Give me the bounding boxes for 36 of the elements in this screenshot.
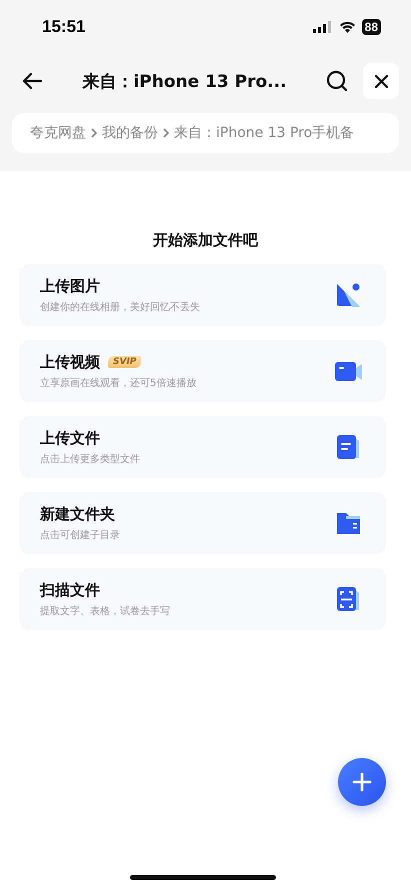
status-time: 15:51 — [42, 17, 86, 37]
action-card[interactable]: 上传视频 SVIP 立享原画在线观看，还可5倍速播放 — [19, 340, 386, 402]
wifi-icon — [338, 21, 356, 33]
add-button[interactable] — [338, 758, 386, 806]
action-description: 提取文字、表格，试卷去手写 — [40, 604, 171, 618]
svip-badge: SVIP — [108, 356, 142, 368]
plus-icon — [352, 772, 372, 792]
close-button[interactable] — [363, 63, 399, 99]
action-description: 立享原画在线观看，还可5倍速播放 — [40, 376, 198, 390]
breadcrumb-link[interactable]: 来自：iPhone 13 Pro手机备 — [174, 124, 354, 142]
search-icon — [326, 70, 348, 92]
action-title: 扫描文件 — [40, 580, 100, 600]
breadcrumb-link[interactable]: 我的备份 — [102, 124, 158, 142]
action-title: 上传文件 — [40, 428, 100, 448]
document-icon — [334, 433, 362, 461]
action-card[interactable]: 扫描文件 提取文字、表格，试卷去手写 — [19, 568, 386, 630]
scan-icon — [334, 585, 362, 613]
back-arrow-icon — [21, 72, 43, 90]
action-description: 点击上传更多类型文件 — [40, 452, 141, 466]
breadcrumb-link[interactable]: 夸克网盘 — [30, 124, 86, 142]
chevron-icon — [163, 128, 169, 138]
action-title: 上传视频 — [40, 352, 100, 372]
close-icon — [374, 74, 388, 88]
action-card[interactable]: 上传文件 点击上传更多类型文件 — [19, 416, 386, 478]
page-title: 来自：iPhone 13 Pro... — [81, 70, 288, 92]
action-card[interactable]: 上传图片 创建你的在线相册，美好回忆不丢失 — [19, 264, 386, 326]
action-description: 创建你的在线相册，美好回忆不丢失 — [40, 300, 201, 314]
chevron-icon — [91, 128, 97, 138]
signal-icon — [312, 21, 333, 33]
picture-icon — [334, 281, 362, 309]
section-heading: 开始添加文件吧 — [152, 231, 260, 250]
action-card[interactable]: 新建文件夹 点击可创建子目录 — [19, 492, 386, 554]
battery-level: 88 — [362, 19, 381, 35]
action-title: 上传图片 — [40, 276, 100, 296]
action-title: 新建文件夹 — [40, 504, 115, 524]
action-description: 点击可创建子目录 — [40, 528, 121, 542]
